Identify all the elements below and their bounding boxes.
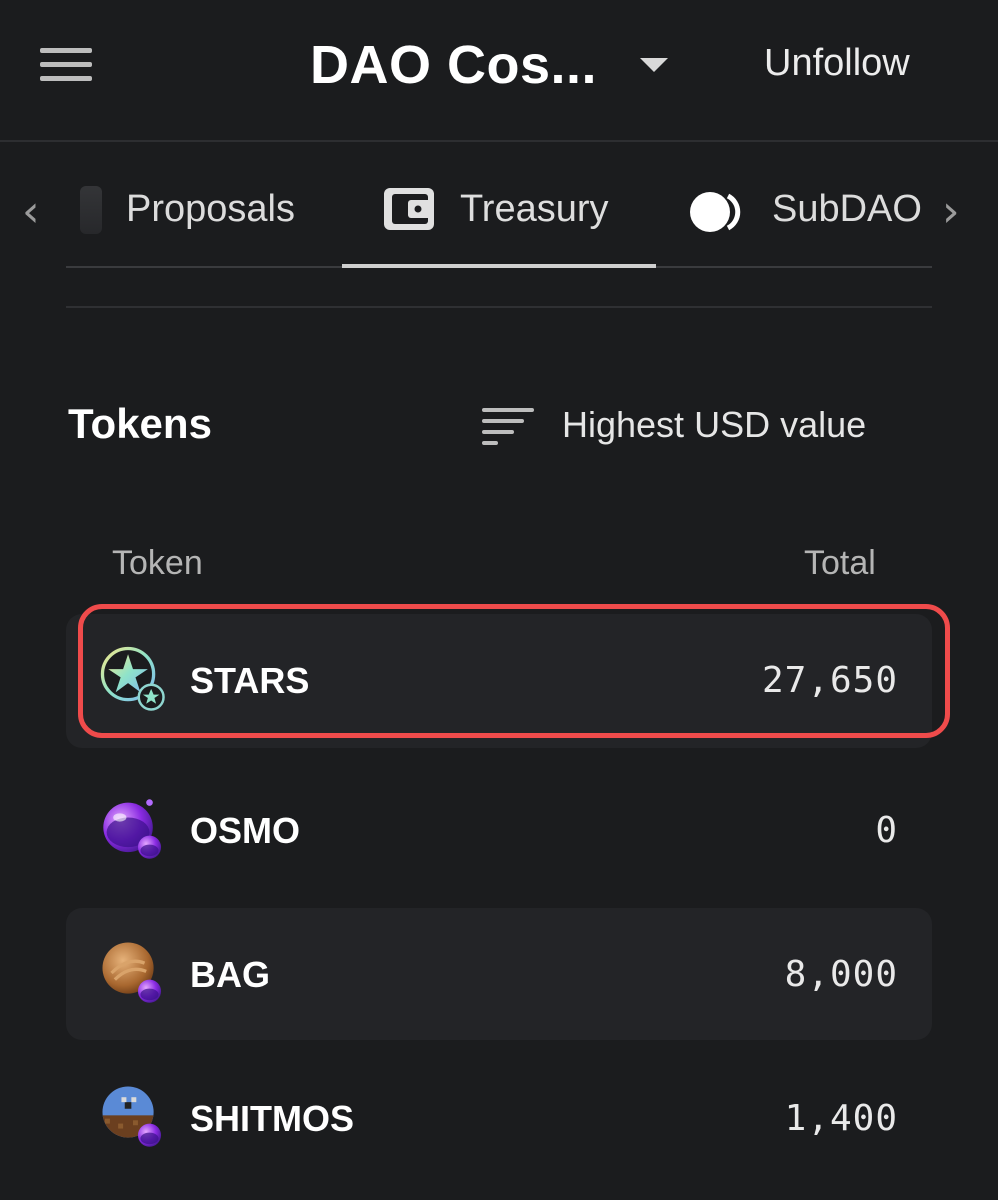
token-symbol: BAG bbox=[190, 954, 270, 995]
divider bbox=[66, 306, 932, 308]
tab-label: Proposals bbox=[126, 188, 295, 230]
token-total: 0 bbox=[875, 810, 898, 851]
chevron-right-icon[interactable]: › bbox=[942, 182, 982, 242]
sort-label: Highest USD value bbox=[562, 404, 867, 445]
hamburger-menu-icon[interactable] bbox=[40, 48, 94, 84]
token-row-shitmos[interactable]: SHITMOS 1,400 bbox=[66, 1052, 932, 1184]
token-symbol: STARS bbox=[190, 660, 310, 701]
tab-bar: ‹ Proposals Treasury SubDAO › bbox=[0, 142, 998, 272]
token-total: 1,400 bbox=[784, 1098, 898, 1139]
tab-label: SubDAO bbox=[772, 188, 922, 230]
stars-token-icon bbox=[100, 646, 165, 711]
treasury-page: DAO Cos... Unfollow ‹ Proposals Treasury bbox=[0, 0, 998, 1200]
dao-title[interactable]: DAO Cos... bbox=[310, 34, 597, 96]
sort-icon bbox=[482, 408, 534, 445]
bag-token-icon bbox=[102, 942, 162, 1003]
token-row-osmo[interactable]: OSMO 0 bbox=[66, 764, 932, 896]
column-header-total: Total bbox=[804, 544, 876, 582]
shitmos-token-icon bbox=[102, 1086, 162, 1147]
tab-scroll-area: Proposals Treasury SubDAO bbox=[66, 142, 932, 272]
active-tab-indicator bbox=[342, 264, 656, 268]
unfollow-button[interactable]: Unfollow bbox=[764, 42, 910, 85]
app-header: DAO Cos... Unfollow bbox=[0, 0, 998, 142]
chevron-down-icon[interactable] bbox=[640, 58, 668, 72]
token-symbol: SHITMOS bbox=[190, 1098, 355, 1139]
wallet-icon bbox=[384, 188, 434, 230]
token-row-stars[interactable]: STARS 27,650 bbox=[66, 614, 932, 748]
column-header-token: Token bbox=[112, 544, 203, 582]
tab-label: Treasury bbox=[460, 188, 609, 230]
token-symbol: OSMO bbox=[190, 810, 301, 851]
subdao-icon bbox=[690, 192, 741, 232]
token-row-bag[interactable]: BAG 8,000 bbox=[66, 908, 932, 1040]
token-total: 27,650 bbox=[761, 660, 898, 701]
token-total: 8,000 bbox=[784, 954, 898, 995]
sort-dropdown[interactable]: Highest USD value bbox=[478, 400, 908, 452]
tokens-heading: Tokens bbox=[68, 400, 212, 447]
chevron-left-icon[interactable]: ‹ bbox=[22, 182, 62, 242]
osmo-token-icon bbox=[103, 799, 162, 859]
proposals-icon bbox=[80, 186, 102, 234]
